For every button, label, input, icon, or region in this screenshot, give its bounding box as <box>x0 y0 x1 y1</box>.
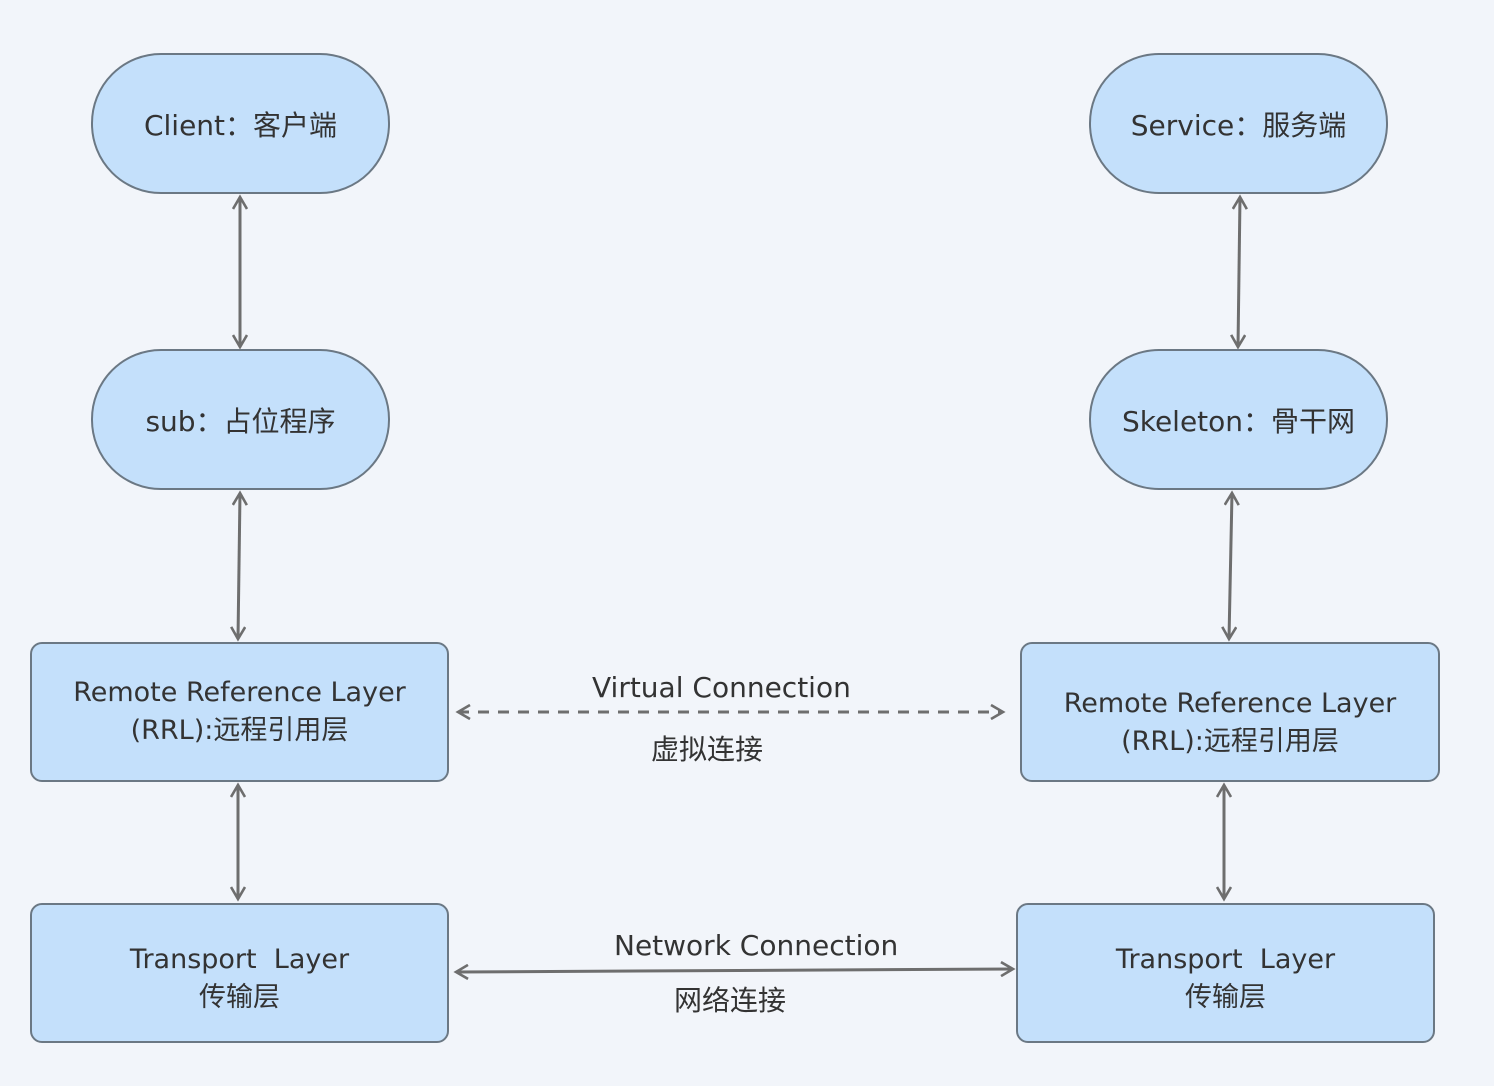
virtual-connection-label-zh: 虚拟连接 <box>651 733 764 766</box>
client-label: Client：客户端 <box>143 108 338 142</box>
service-skeleton-arrow <box>1238 197 1240 347</box>
stub-node: sub：占位程序 <box>91 349 390 490</box>
service-node: Service：服务端 <box>1089 53 1388 194</box>
server-transport-node: Transport Layer 传输层 <box>1016 903 1435 1043</box>
server-rrl-line2: (RRL):远程引用层 <box>1121 726 1339 757</box>
virtual-connection-label-en: Virtual Connection <box>592 671 851 704</box>
server-transport-line1: Transport Layer <box>1115 944 1336 975</box>
server-rrl-line1: Remote Reference Layer <box>1063 688 1397 719</box>
skeleton-label: Skeleton：骨干网 <box>1121 404 1356 438</box>
server-rrl-node: Remote Reference Layer (RRL):远程引用层 <box>1020 642 1440 782</box>
network-connection-arrow <box>456 969 1013 972</box>
client-transport-node: Transport Layer 传输层 <box>30 903 449 1043</box>
skeleton-node: Skeleton：骨干网 <box>1089 349 1388 490</box>
stub-label: sub：占位程序 <box>145 404 336 438</box>
client-node: Client：客户端 <box>91 53 390 194</box>
client-rrl-line2: (RRL):远程引用层 <box>130 715 349 746</box>
client-transport-line2: 传输层 <box>199 982 280 1013</box>
stub-rrl-arrow <box>238 493 240 639</box>
skeleton-rrl-arrow <box>1229 493 1232 639</box>
network-connection-label-zh: 网络连接 <box>674 984 787 1017</box>
client-rrl-line1: Remote Reference Layer <box>73 677 406 708</box>
client-rrl-node: Remote Reference Layer (RRL):远程引用层 <box>30 642 449 782</box>
client-transport-line1: Transport Layer <box>129 944 350 975</box>
network-connection-label-en: Network Connection <box>614 929 899 962</box>
service-label: Service：服务端 <box>1130 108 1347 142</box>
server-transport-line2: 传输层 <box>1185 982 1266 1013</box>
